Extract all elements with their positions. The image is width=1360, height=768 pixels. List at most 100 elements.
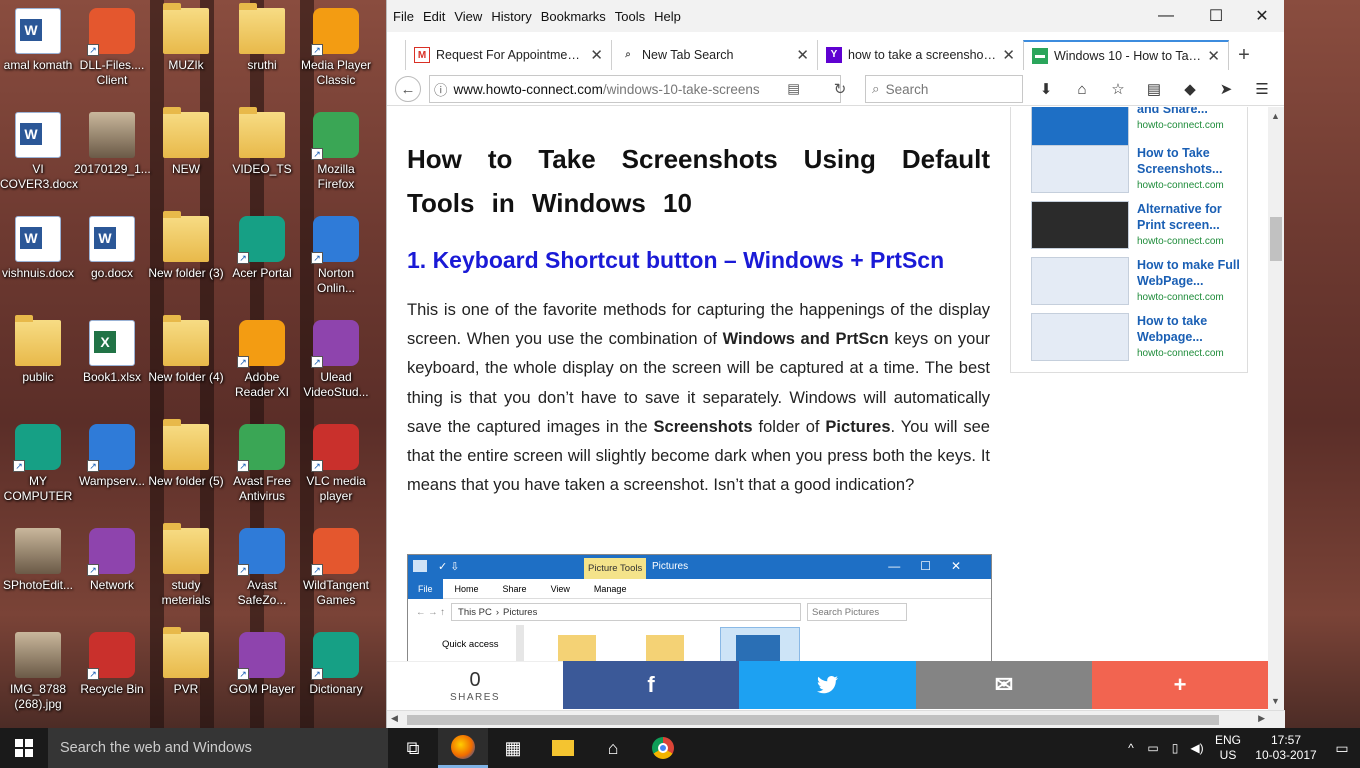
taskbar-firefox[interactable]: [438, 728, 488, 768]
url-bar[interactable]: ⓘ www.howto-connect.com/windows-10-take-…: [429, 75, 841, 103]
related-post-title[interactable]: How to make Full WebPage...: [1137, 257, 1241, 289]
search-bar[interactable]: ⌕ Search: [865, 75, 1023, 103]
reader-view-icon[interactable]: ▤: [787, 81, 800, 97]
language-indicator[interactable]: ENG US: [1208, 733, 1248, 763]
desktop-icon[interactable]: amal komath: [0, 8, 76, 73]
browser-tab[interactable]: Yhow to take a screenshot ... ✕: [817, 40, 1023, 70]
desktop-icon[interactable]: VIDEO_TS: [224, 107, 300, 177]
desktop-icon[interactable]: ↗ Norton Onlin...: [298, 216, 374, 296]
send-icon[interactable]: ➤: [1213, 75, 1239, 103]
desktop-icon[interactable]: Book1.xlsx: [74, 320, 150, 385]
menu-tools[interactable]: Tools: [615, 9, 645, 24]
related-post-title[interactable]: How to Take Screenshots...: [1137, 145, 1241, 177]
maximize-button[interactable]: ☐: [1193, 0, 1239, 32]
desktop-icon[interactable]: ↗ Ulead VideoStud...: [298, 320, 374, 400]
desktop-icon[interactable]: study meterials: [148, 523, 224, 608]
bookmark-star-icon[interactable]: ☆: [1105, 75, 1131, 103]
taskbar-search[interactable]: Search the web and Windows: [48, 728, 388, 768]
desktop-icon[interactable]: ↗ Acer Portal: [224, 216, 300, 281]
tab-close-icon[interactable]: ✕: [590, 46, 603, 64]
desktop-icon[interactable]: sruthi: [224, 3, 300, 73]
menu-file[interactable]: File: [393, 9, 414, 24]
desktop-icon[interactable]: vishnuis.docx: [0, 216, 76, 281]
document-icon: [15, 112, 61, 158]
minimize-button[interactable]: —: [1143, 0, 1189, 32]
desktop-icon[interactable]: ↗ Network: [74, 528, 150, 593]
info-icon[interactable]: ⓘ: [434, 79, 448, 99]
download-icon[interactable]: ⬇: [1033, 75, 1059, 103]
desktop-icon[interactable]: PVR: [148, 627, 224, 697]
menu-help[interactable]: Help: [654, 9, 681, 24]
volume-icon[interactable]: ◀): [1186, 741, 1208, 755]
menu-edit[interactable]: Edit: [423, 9, 445, 24]
desktop-icon[interactable]: New folder (4): [148, 315, 224, 385]
related-post-title[interactable]: How to take Webpage...: [1137, 313, 1241, 345]
hamburger-menu-icon[interactable]: ☰: [1249, 75, 1275, 103]
desktop-icon[interactable]: public: [0, 315, 76, 385]
browser-tab[interactable]: M Request For Appointment... ✕: [405, 40, 611, 70]
menu-history[interactable]: History: [491, 9, 531, 24]
desktop-icon[interactable]: ↗ Dictionary: [298, 632, 374, 697]
menu-bookmarks[interactable]: Bookmarks: [541, 9, 606, 24]
desktop-icon-label: GOM Player: [228, 682, 295, 696]
related-post[interactable]: How to Take Screenshots... howto-connect.…: [1031, 145, 1241, 195]
desktop-icon[interactable]: SPhotoEdit...: [0, 528, 76, 593]
desktop-icon[interactable]: ↗ MY COMPUTER: [0, 424, 76, 504]
tab-close-icon[interactable]: ✕: [1207, 47, 1220, 65]
tab-close-icon[interactable]: ✕: [1002, 46, 1015, 64]
desktop-icon[interactable]: ↗ Mozilla Firefox: [298, 112, 374, 192]
close-button[interactable]: ✕: [1239, 0, 1285, 32]
show-hidden-icons[interactable]: ^: [1120, 741, 1142, 755]
new-tab-button[interactable]: +: [1229, 40, 1259, 70]
vertical-scrollbar[interactable]: ▲ ▼: [1268, 107, 1284, 710]
email-share-button[interactable]: ✉: [916, 661, 1092, 709]
action-center-icon[interactable]: ▭: [1324, 740, 1360, 757]
desktop-icon[interactable]: MUZIk: [148, 3, 224, 73]
task-view-button[interactable]: ⧉: [388, 728, 438, 768]
desktop-icon[interactable]: NEW: [148, 107, 224, 177]
network-icon[interactable]: ▭: [1142, 741, 1164, 755]
desktop-icon[interactable]: ↗ VLC media player: [298, 424, 374, 504]
desktop-icon[interactable]: VI COVER3.docx: [0, 112, 78, 192]
desktop-icon[interactable]: ↗ DLL-Files.... Client: [74, 8, 150, 88]
taskbar-home[interactable]: ⌂: [588, 728, 638, 768]
desktop-icon[interactable]: ↗ Avast SafeZo...: [224, 528, 300, 608]
tab-close-icon[interactable]: ✕: [796, 46, 809, 64]
taskbar-chrome[interactable]: [638, 728, 688, 768]
start-button[interactable]: [0, 728, 48, 768]
related-post[interactable]: Alternative for Print screen... howto-con…: [1031, 201, 1241, 251]
desktop-icon[interactable]: ↗ Avast Free Antivirus: [224, 424, 300, 504]
related-post[interactable]: How to make Full WebPage... howto-connect…: [1031, 257, 1241, 307]
pocket-icon[interactable]: ◆: [1177, 75, 1203, 103]
desktop-icon[interactable]: ↗ Adobe Reader XI: [224, 320, 300, 400]
desktop-icon[interactable]: ↗ Recycle Bin: [74, 632, 150, 697]
desktop-icon[interactable]: go.docx: [74, 216, 150, 281]
clock[interactable]: 17:57 10-03-2017: [1248, 733, 1324, 763]
twitter-share-button[interactable]: [739, 661, 916, 709]
taskbar-store[interactable]: ▦: [488, 728, 538, 768]
home-icon[interactable]: ⌂: [1069, 75, 1095, 103]
desktop-icon[interactable]: New folder (3): [148, 211, 224, 281]
related-post-title[interactable]: and Share...: [1137, 107, 1224, 117]
desktop-icon[interactable]: IMG_8788 (268).jpg: [0, 632, 76, 712]
facebook-share-button[interactable]: f: [563, 661, 739, 709]
desktop-icon[interactable]: New folder (5): [148, 419, 224, 489]
browser-tab[interactable]: ⌕ New Tab Search ✕: [611, 40, 817, 70]
library-icon[interactable]: ▤: [1141, 75, 1167, 103]
browser-tab[interactable]: ▬ Windows 10 - How to Tak... ✕: [1023, 40, 1229, 70]
desktop-icon[interactable]: ↗ Media Player Classic: [298, 8, 374, 88]
related-post[interactable]: How to take Webpage... howto-connect.com: [1031, 313, 1241, 363]
app-icon: ↗: [311, 8, 359, 56]
desktop-icon[interactable]: ↗ Wampserv...: [74, 424, 150, 489]
back-button[interactable]: ←: [395, 76, 421, 102]
reload-button[interactable]: ↻: [827, 76, 853, 102]
menu-view[interactable]: View: [454, 9, 482, 24]
desktop-icon[interactable]: ↗ WildTangent Games: [298, 528, 374, 608]
more-share-button[interactable]: +: [1092, 661, 1268, 709]
desktop-icon[interactable]: ↗ GOM Player: [224, 632, 300, 697]
horizontal-scrollbar[interactable]: ◀ ▶: [387, 710, 1285, 728]
taskbar-file-explorer[interactable]: [538, 728, 588, 768]
related-post-title[interactable]: Alternative for Print screen...: [1137, 201, 1241, 233]
desktop-icon[interactable]: 20170129_1...: [74, 112, 151, 177]
battery-icon[interactable]: ▯: [1164, 741, 1186, 755]
